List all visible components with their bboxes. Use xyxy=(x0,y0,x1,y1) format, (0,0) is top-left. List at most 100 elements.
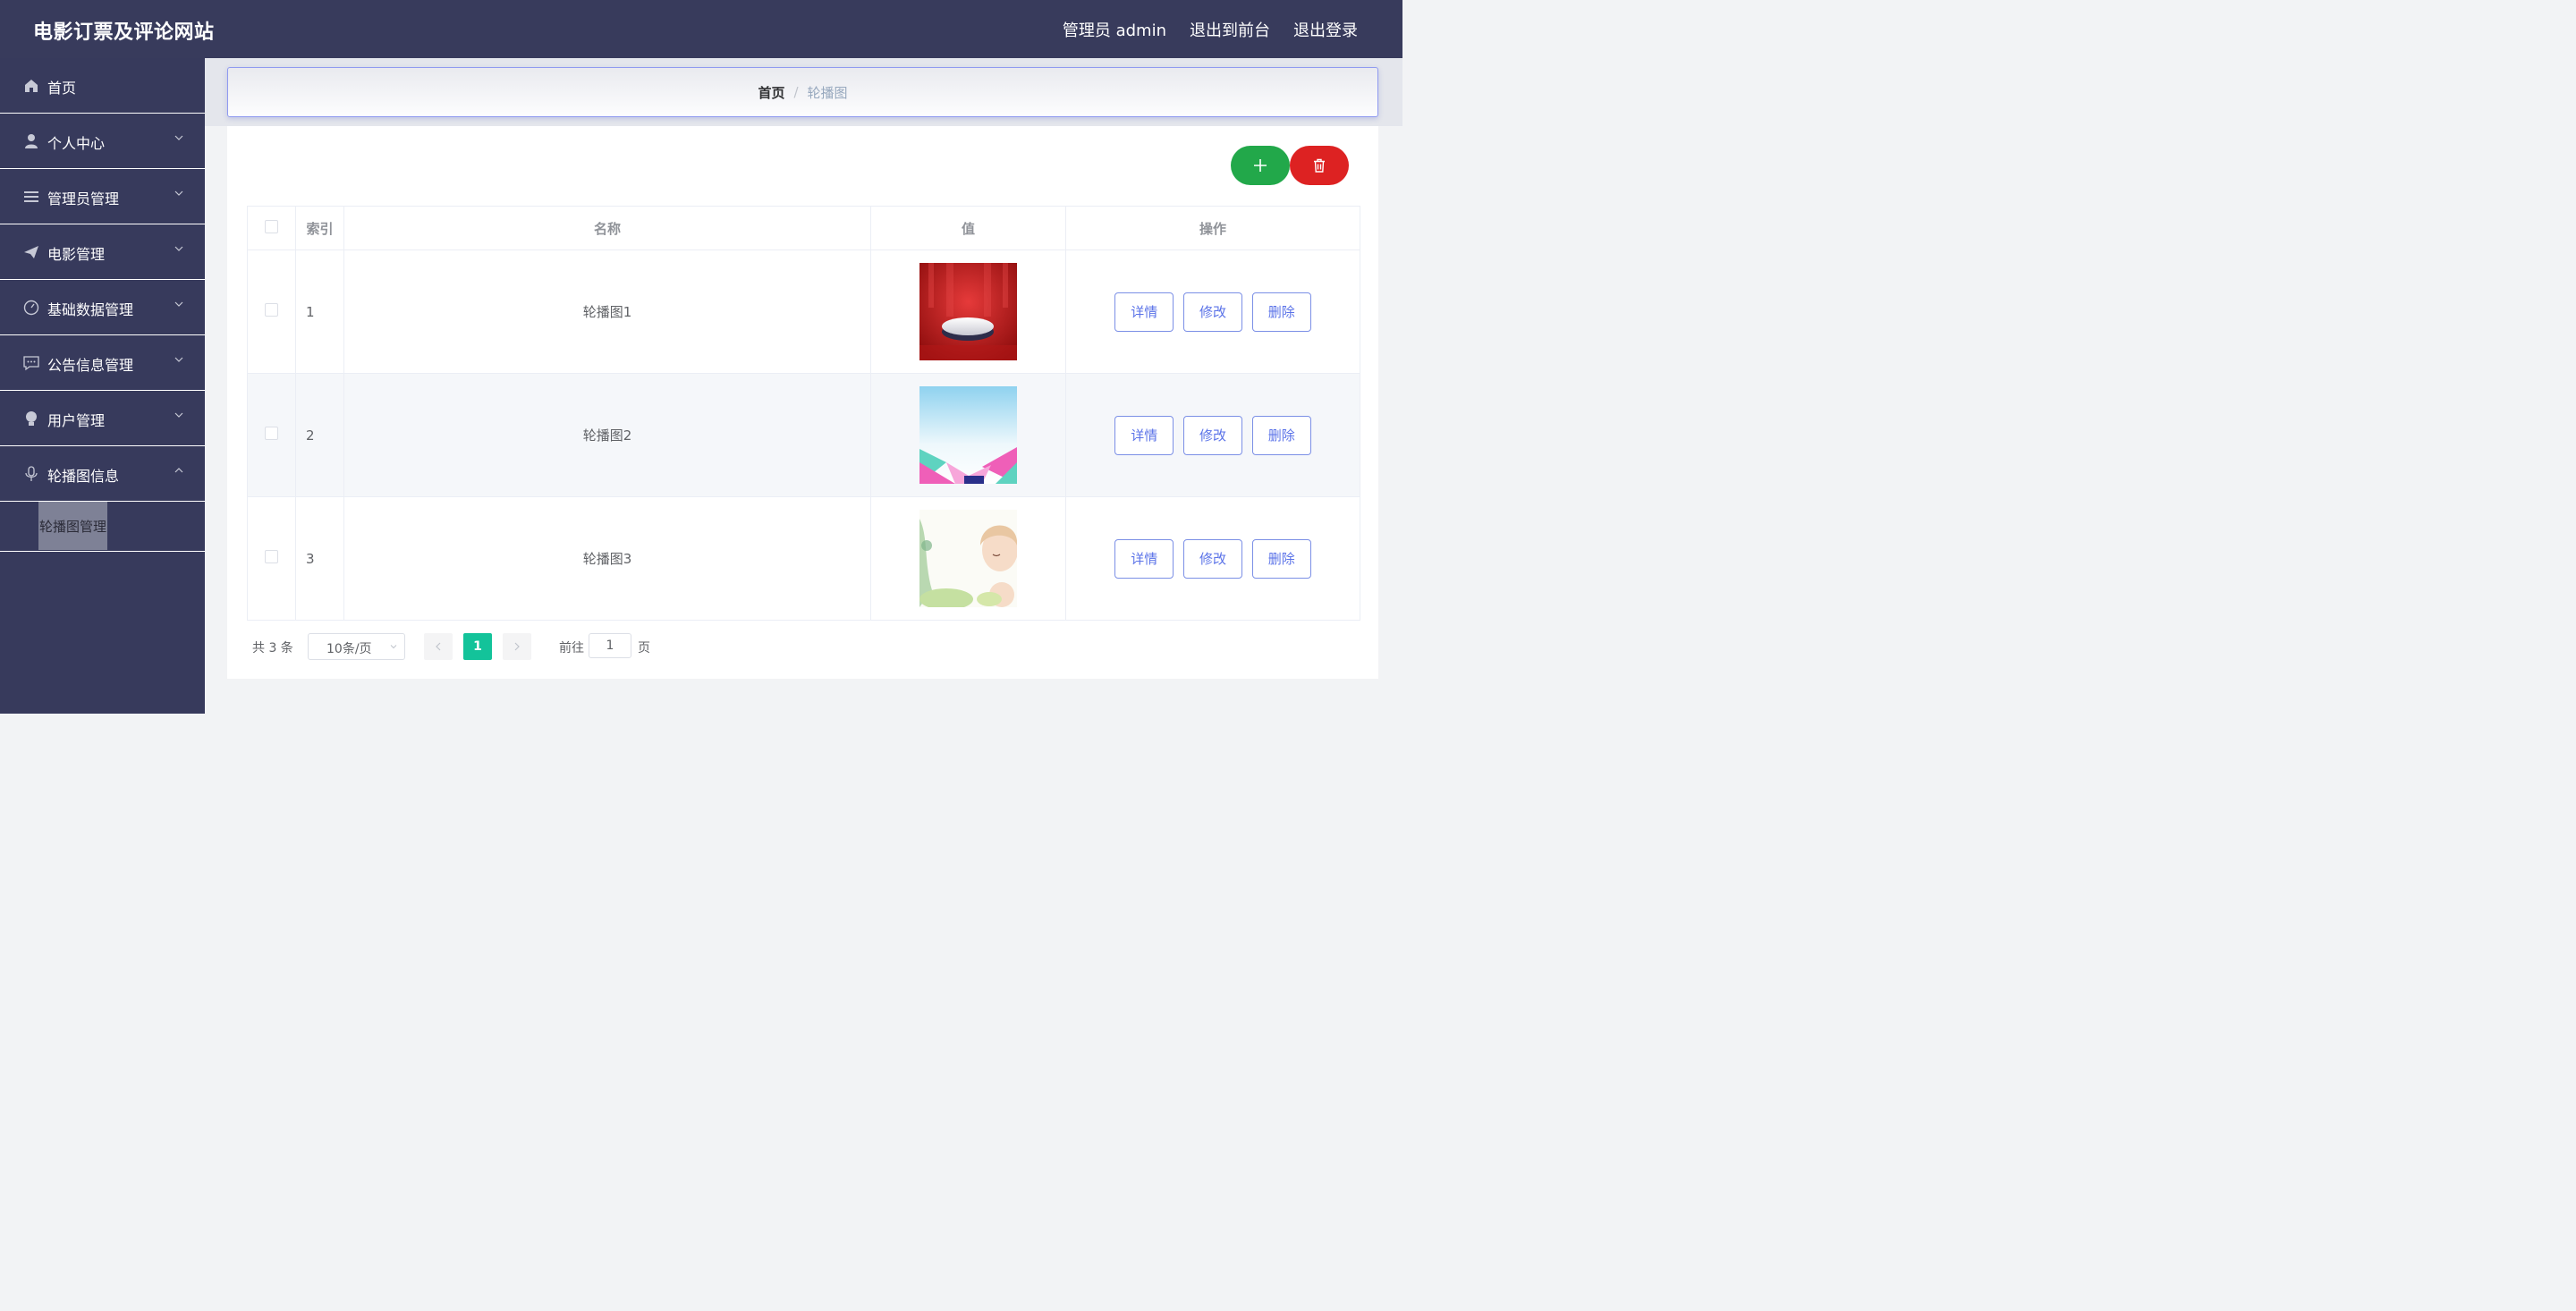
sidebar-item-label: 电影管理 xyxy=(47,246,106,263)
breadcrumb-home[interactable]: 首页 xyxy=(758,83,784,102)
chevron-down-icon xyxy=(174,246,183,251)
sidebar-item-movie-manage[interactable]: 电影管理 xyxy=(0,224,205,280)
carousel-thumbnail[interactable] xyxy=(919,510,1017,607)
chevron-down-icon xyxy=(174,357,183,362)
pagination-total: 共 3 条 xyxy=(252,641,293,656)
table-row: 2 轮播图2 详情 修改 删除 xyxy=(247,373,1360,497)
chevron-down-icon xyxy=(174,412,183,418)
chevron-down-icon xyxy=(174,135,183,140)
sidebar-item-label: 轮播图信息 xyxy=(47,468,120,485)
user-icon xyxy=(25,134,38,148)
content-panel: 索引 名称 值 操作 1 轮播图1 详情 修改 删除 2 轮播图2 详情 修改 … xyxy=(227,126,1378,679)
table-row: 1 轮播图1 详情 修改 删除 xyxy=(247,250,1360,374)
list-icon xyxy=(24,191,38,202)
carousel-thumbnail[interactable] xyxy=(919,263,1017,360)
row-image-cell xyxy=(870,496,1066,621)
chevron-left-icon xyxy=(436,642,441,651)
row-checkbox-cell xyxy=(247,496,296,621)
chevron-down-icon xyxy=(174,190,183,196)
sidebar-item-label: 首页 xyxy=(47,80,77,97)
row-image-cell xyxy=(870,373,1066,497)
paper-plane-icon xyxy=(24,246,38,258)
column-header-value: 值 xyxy=(870,206,1066,250)
sidebar-item-base-data[interactable]: 基础数据管理 xyxy=(0,280,205,335)
sidebar-item-carousel[interactable]: 轮播图信息 xyxy=(0,446,205,502)
trash-icon xyxy=(1314,158,1325,173)
site-title: 电影订票及评论网站 xyxy=(33,21,215,44)
admin-label: 管理员 admin xyxy=(1062,21,1166,40)
add-button[interactable] xyxy=(1231,146,1290,185)
plus-icon xyxy=(1254,159,1267,172)
edit-button[interactable]: 修改 xyxy=(1183,538,1242,579)
breadcrumb-separator: / xyxy=(793,84,799,100)
row-actions: 详情 修改 删除 xyxy=(1065,250,1360,374)
gauge-icon xyxy=(23,300,39,316)
exit-to-front-link[interactable]: 退出到前台 xyxy=(1190,18,1270,41)
column-header-actions: 操作 xyxy=(1065,206,1360,250)
top-header: 电影订票及评论网站 管理员 admin 退出到前台 退出登录 xyxy=(0,0,1402,58)
chevron-up-icon xyxy=(174,468,183,473)
carousel-submenu: 轮播图管理 xyxy=(0,502,205,552)
row-checkbox-cell xyxy=(247,250,296,374)
logout-link[interactable]: 退出登录 xyxy=(1293,18,1358,41)
sidebar: 首页 个人中心 管理员管理 电影管理 基础数据管理 公告信息管理 用户管理 轮播… xyxy=(0,58,205,714)
chevron-down-icon xyxy=(390,645,397,649)
sidebar-item-label: 用户管理 xyxy=(47,412,106,429)
sidebar-item-label: 个人中心 xyxy=(47,135,106,152)
carousel-table: 索引 名称 值 操作 1 轮播图1 详情 修改 删除 2 轮播图2 详情 修改 … xyxy=(247,206,1360,621)
sidebar-item-label: 基础数据管理 xyxy=(47,301,134,318)
delete-button[interactable]: 删除 xyxy=(1251,415,1311,455)
row-index: 1 xyxy=(295,250,344,374)
breadcrumb-bar: 首页 / 轮播图 xyxy=(205,58,1402,126)
chevron-right-icon xyxy=(514,642,520,651)
row-name: 轮播图2 xyxy=(343,373,871,497)
batch-delete-button[interactable] xyxy=(1290,146,1349,185)
column-header-name: 名称 xyxy=(343,206,871,250)
chat-icon xyxy=(23,356,39,371)
sidebar-subitem-carousel-manage[interactable]: 轮播图管理 xyxy=(38,502,107,550)
bulb-icon xyxy=(26,411,37,426)
row-index: 3 xyxy=(295,496,344,621)
row-image-cell xyxy=(870,250,1066,374)
select-all-cell xyxy=(247,206,296,250)
edit-button[interactable]: 修改 xyxy=(1183,292,1242,332)
detail-button[interactable]: 详情 xyxy=(1114,292,1174,332)
detail-button[interactable]: 详情 xyxy=(1114,538,1174,579)
sidebar-item-notice[interactable]: 公告信息管理 xyxy=(0,335,205,391)
goto-page-input[interactable] xyxy=(589,633,631,658)
page-size-value: 10条/页 xyxy=(326,642,372,656)
select-all-checkbox[interactable] xyxy=(265,219,278,233)
column-header-index: 索引 xyxy=(295,206,344,250)
page-suffix: 页 xyxy=(638,641,650,656)
goto-label: 前往 xyxy=(559,641,584,656)
chevron-down-icon xyxy=(174,301,183,307)
row-name: 轮播图3 xyxy=(343,496,871,621)
sidebar-item-admin-manage[interactable]: 管理员管理 xyxy=(0,169,205,224)
delete-button[interactable]: 删除 xyxy=(1251,292,1311,332)
carousel-thumbnail[interactable] xyxy=(919,386,1017,484)
table-row: 3 轮播图3 详情 修改 删除 xyxy=(247,496,1360,621)
row-actions: 详情 修改 删除 xyxy=(1065,373,1360,497)
breadcrumb: 首页 / 轮播图 xyxy=(227,67,1378,117)
row-checkbox-cell xyxy=(247,373,296,497)
page-number-button[interactable]: 1 xyxy=(463,633,492,660)
microphone-icon xyxy=(25,466,38,481)
row-checkbox[interactable] xyxy=(265,303,278,317)
header-actions: 管理员 admin 退出到前台 退出登录 xyxy=(1063,18,1358,41)
row-actions: 详情 修改 删除 xyxy=(1065,496,1360,621)
delete-button[interactable]: 删除 xyxy=(1251,538,1311,579)
detail-button[interactable]: 详情 xyxy=(1114,415,1174,455)
prev-page-button[interactable] xyxy=(424,633,453,660)
row-checkbox[interactable] xyxy=(265,427,278,440)
row-name: 轮播图1 xyxy=(343,250,871,374)
row-index: 2 xyxy=(295,373,344,497)
row-checkbox[interactable] xyxy=(265,550,278,563)
sidebar-item-profile[interactable]: 个人中心 xyxy=(0,114,205,169)
home-icon xyxy=(25,80,38,92)
sidebar-item-home[interactable]: 首页 xyxy=(0,58,205,114)
sidebar-item-user-manage[interactable]: 用户管理 xyxy=(0,391,205,446)
next-page-button[interactable] xyxy=(503,633,531,660)
page-size-select[interactable]: 10条/页 xyxy=(308,633,405,660)
table-header-row: 索引 名称 值 操作 xyxy=(247,206,1360,250)
edit-button[interactable]: 修改 xyxy=(1183,415,1242,455)
